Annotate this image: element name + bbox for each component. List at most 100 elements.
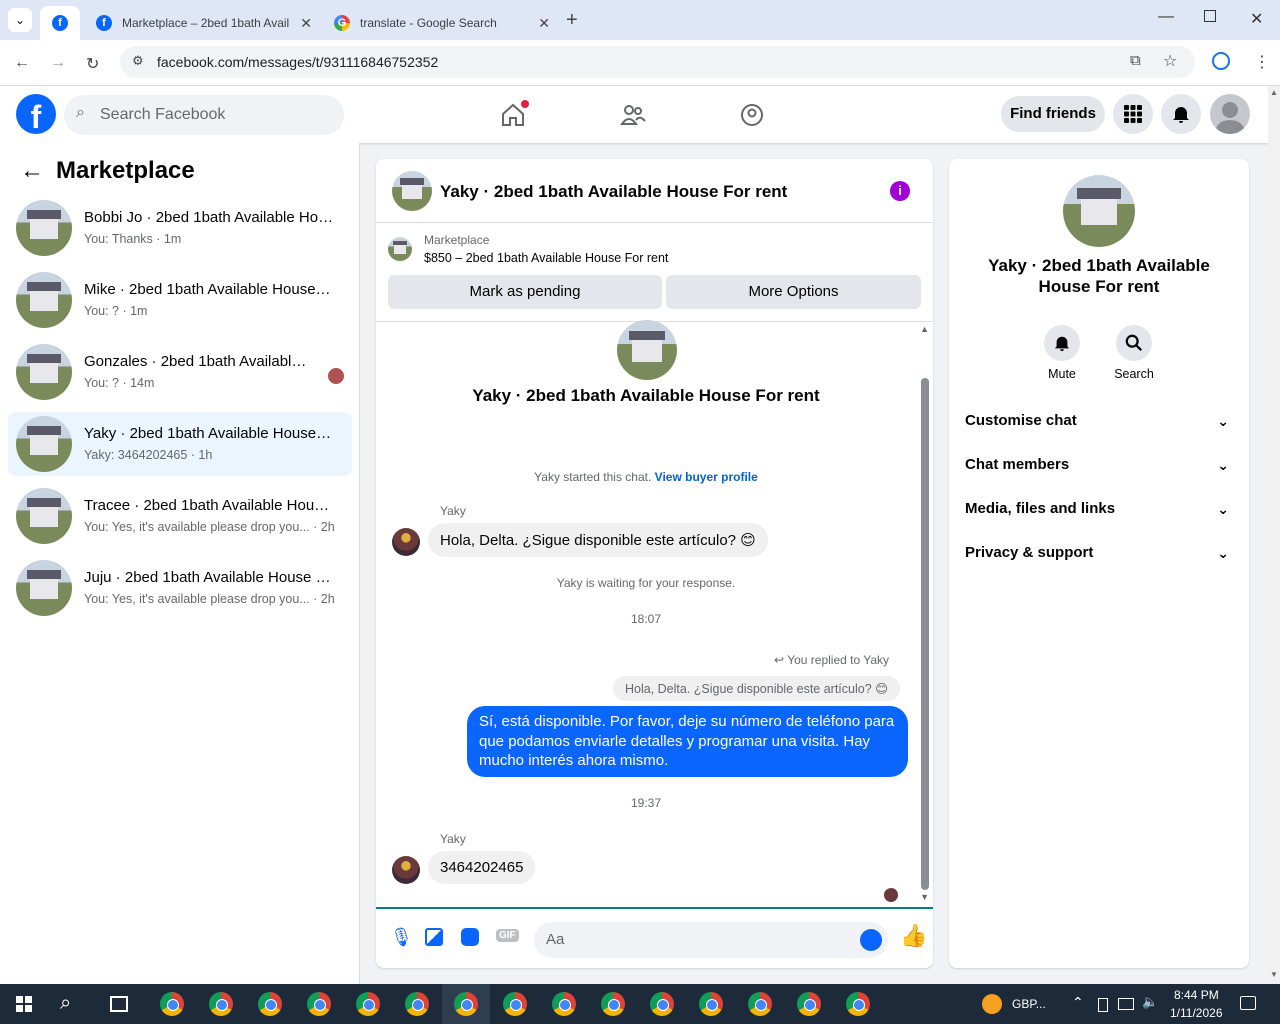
tab-facebook-pinned[interactable]: f	[40, 6, 80, 40]
minimize-button[interactable]: —	[1158, 8, 1174, 26]
bookmark-star-icon[interactable]: ☆	[1163, 51, 1177, 71]
scroll-down-arrow-icon[interactable]: ▼	[920, 892, 929, 902]
sticker-icon[interactable]	[461, 928, 479, 946]
view-buyer-profile-link[interactable]: View buyer profile	[655, 470, 758, 484]
profile-icon[interactable]	[1212, 52, 1230, 70]
photo-icon[interactable]	[425, 928, 443, 946]
mark-as-pending-button[interactable]: Mark as pending	[388, 275, 662, 309]
search-icon	[1125, 334, 1142, 351]
message-thread[interactable]: ▲ ▼ Yaky · 2bed 1bath Available House Fo…	[376, 320, 933, 907]
task-view-icon[interactable]	[110, 996, 128, 1012]
gif-icon[interactable]: GIF	[496, 929, 519, 942]
search-icon[interactable]: ⌕	[60, 992, 71, 1015]
browser-menu-icon[interactable]: ⋮	[1254, 52, 1270, 72]
chrome-app-icon[interactable]	[601, 992, 625, 1016]
chrome-app-icon[interactable]	[503, 992, 527, 1016]
facebook-favicon-icon: f	[96, 15, 112, 31]
clock-time[interactable]: 8:44 PM	[1174, 988, 1219, 1002]
emoji-icon[interactable]	[860, 929, 882, 951]
scroll-down-arrow-icon[interactable]: ▼	[1270, 970, 1278, 979]
conversation-item-active[interactable]: Yaky · 2bed 1bath Available House For re…	[8, 412, 352, 476]
back-arrow-icon[interactable]: ←	[20, 157, 44, 185]
scroll-up-arrow-icon[interactable]: ▲	[920, 324, 929, 334]
sender-avatar[interactable]	[392, 856, 420, 884]
home-icon[interactable]	[500, 100, 529, 133]
menu-grid-button[interactable]	[1113, 94, 1153, 134]
chrome-app-icon[interactable]	[552, 992, 576, 1016]
outgoing-message[interactable]: Sí, está disponible. Por favor, deje su …	[467, 706, 908, 777]
search-facebook-input[interactable]: ⌕ Search Facebook	[64, 95, 344, 135]
close-window-button[interactable]: ✕	[1250, 9, 1263, 29]
message-input[interactable]: Aa	[534, 922, 888, 958]
close-icon[interactable]: ✕	[538, 15, 550, 32]
mute-button[interactable]: Mute	[1027, 325, 1097, 381]
incoming-message[interactable]: Hola, Delta. ¿Sigue disponible este artí…	[428, 523, 768, 557]
back-arrow-icon[interactable]: ←	[14, 54, 30, 72]
account-avatar[interactable]	[1210, 94, 1250, 134]
media-files-links-row[interactable]: Media, files and links ⌄	[965, 489, 1233, 529]
microphone-icon[interactable]: 🎙	[390, 927, 413, 948]
thumbs-up-icon[interactable]: 👍	[900, 923, 927, 949]
chrome-app-icon[interactable]	[650, 992, 674, 1016]
battery-icon[interactable]	[1098, 998, 1108, 1012]
conversation-item[interactable]: Juju · 2bed 1bath Available House For re…	[8, 556, 352, 620]
chat-profile-photo[interactable]	[1063, 175, 1135, 247]
currency-widget-label[interactable]: GBP...	[1012, 997, 1046, 1011]
tab-list-button[interactable]: ⌄	[8, 8, 32, 32]
chrome-app-icon[interactable]	[356, 992, 380, 1016]
restore-button[interactable]	[1204, 10, 1216, 22]
more-options-button[interactable]: More Options	[666, 275, 921, 309]
friends-icon[interactable]	[620, 102, 646, 133]
quoted-message[interactable]: Hola, Delta. ¿Sigue disponible este artí…	[613, 676, 901, 701]
info-icon[interactable]: i	[890, 181, 910, 201]
chevron-up-icon[interactable]: ⌃	[1072, 994, 1084, 1011]
notifications-icon[interactable]	[1240, 996, 1256, 1010]
chrome-app-icon[interactable]	[748, 992, 772, 1016]
chrome-app-icon[interactable]	[258, 992, 282, 1016]
tab-marketplace[interactable]: f Marketplace – 2bed 1bath Avail ✕	[84, 6, 320, 40]
customise-chat-row[interactable]: Customise chat ⌄	[965, 401, 1233, 441]
windows-start-icon[interactable]	[16, 996, 32, 1012]
find-friends-button[interactable]: Find friends	[1001, 96, 1105, 132]
currency-widget-icon[interactable]	[982, 994, 1002, 1014]
chrome-app-icon[interactable]	[797, 992, 821, 1016]
notifications-button[interactable]	[1161, 94, 1201, 134]
chrome-app-icon[interactable]	[307, 992, 331, 1016]
conversation-item[interactable]: Gonzales · 2bed 1bath Available House Fo…	[8, 340, 352, 404]
browser-tab-bar: ⌄ f f Marketplace – 2bed 1bath Avail ✕ G…	[0, 0, 1280, 40]
close-icon[interactable]: ✕	[300, 15, 312, 32]
chat-title[interactable]: Yaky · 2bed 1bath Available House For re…	[440, 182, 787, 202]
scroll-up-arrow-icon[interactable]: ▲	[1270, 88, 1278, 97]
conversation-item[interactable]: Mike · 2bed 1bath Available House For re…	[8, 268, 352, 332]
tab-google-search[interactable]: G translate - Google Search ✕	[322, 6, 558, 40]
facebook-logo-icon[interactable]: f	[16, 94, 56, 135]
listing-summary[interactable]: $850 – 2bed 1bath Available House For re…	[424, 251, 668, 265]
chrome-app-icon[interactable]	[454, 992, 478, 1016]
reload-icon[interactable]: ↻	[86, 54, 99, 74]
install-app-icon[interactable]: ⧉	[1130, 52, 1141, 69]
chrome-app-icon[interactable]	[405, 992, 429, 1016]
page-scrollbar[interactable]: ▲ ▼	[1268, 86, 1280, 984]
chrome-app-icon[interactable]	[699, 992, 723, 1016]
search-in-chat-button[interactable]: Search	[1099, 325, 1169, 381]
chat-avatar[interactable]	[392, 171, 432, 211]
address-bar[interactable]: ⚙ facebook.com/messages/t/93111684675235…	[120, 46, 1195, 78]
sender-avatar[interactable]	[392, 528, 420, 556]
privacy-support-row[interactable]: Privacy & support ⌄	[965, 533, 1233, 573]
scrollbar[interactable]	[921, 378, 929, 890]
chrome-app-icon[interactable]	[209, 992, 233, 1016]
groups-icon[interactable]	[739, 102, 765, 133]
new-tab-button[interactable]: +	[566, 9, 578, 32]
incoming-message[interactable]: 3464202465	[428, 851, 536, 884]
replied-to-label: ↩ You replied to Yaky	[774, 653, 890, 667]
chrome-app-icon[interactable]	[160, 992, 184, 1016]
chrome-app-icon[interactable]	[846, 992, 870, 1016]
clock-date[interactable]: 1/11/2026	[1170, 1006, 1223, 1020]
chat-members-row[interactable]: Chat members ⌄	[965, 445, 1233, 485]
forward-arrow-icon[interactable]: →	[50, 54, 66, 72]
conversation-item[interactable]: Tracee · 2bed 1bath Available House For …	[8, 484, 352, 548]
network-icon[interactable]	[1118, 998, 1134, 1010]
volume-icon[interactable]: 🔈	[1142, 994, 1158, 1010]
site-settings-icon[interactable]: ⚙	[132, 53, 144, 69]
conversation-item[interactable]: Bobbi Jo · 2bed 1bath Available House Fo…	[8, 196, 352, 260]
